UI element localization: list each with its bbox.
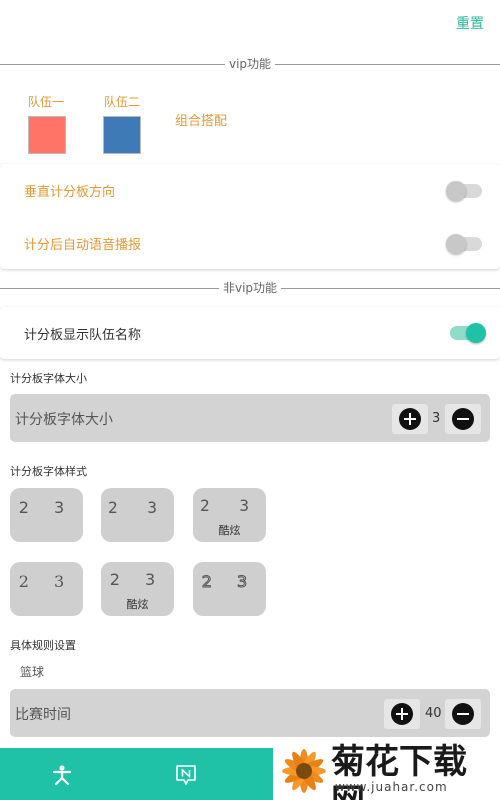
vertical-orientation-toggle[interactable] (446, 181, 482, 201)
sport-type[interactable]: 篮球 (20, 663, 44, 680)
voice-broadcast-toggle[interactable] (446, 234, 482, 254)
reset-button[interactable]: 重置 (456, 13, 484, 33)
font-size-section-title: 计分板字体大小 (10, 372, 87, 385)
minus-icon (452, 703, 474, 725)
team1-label: 队伍一 (28, 95, 65, 109)
style-digits: 2 3 (18, 572, 75, 591)
watermark: 菊花下载网 www.juahar.com (273, 740, 500, 800)
font-style-option-1[interactable]: 2 3 (10, 488, 83, 542)
vertical-orientation-label: 垂直计分板方向 (24, 185, 116, 200)
style-caption: 酷炫 (126, 598, 149, 611)
nonvip-divider: 非vip功能 (0, 281, 500, 295)
font-style-section-title: 计分板字体样式 (10, 465, 87, 478)
style-digits: 2 3 (108, 498, 167, 517)
show-names-row[interactable]: 计分板显示队伍名称 (0, 307, 500, 359)
font-size-control: 计分板字体大小 3 (10, 394, 490, 442)
plus-icon (391, 703, 413, 725)
vip-divider-label: vip功能 (224, 57, 276, 71)
font-style-option-5[interactable]: 2 3 酷炫 (101, 562, 174, 616)
toggle-knob (466, 323, 486, 343)
font-size-decrease-button[interactable] (445, 404, 481, 434)
toggle-knob (446, 181, 466, 201)
game-time-control: 比赛时间 40 (10, 689, 490, 737)
voice-broadcast-label: 计分后自动语音播报 (24, 238, 142, 253)
vip-divider: vip功能 (0, 57, 500, 71)
team2-label: 队伍二 (104, 95, 141, 109)
person-icon[interactable] (51, 764, 73, 786)
voice-broadcast-row[interactable]: 计分后自动语音播报 (0, 217, 500, 269)
font-size-increase-button[interactable] (392, 404, 428, 434)
minus-icon (452, 408, 474, 430)
style-digits: 2 3 (109, 570, 166, 589)
game-time-label: 比赛时间 (15, 707, 71, 723)
style-digits: 2 3 (18, 498, 75, 517)
combo-button[interactable]: 组合搭配 (175, 110, 227, 129)
bottom-nav (0, 748, 273, 800)
font-style-option-2[interactable]: 2 3 (101, 488, 174, 542)
notice-icon[interactable] (175, 764, 197, 786)
font-size-control-label: 计分板字体大小 (15, 412, 113, 428)
style-digits: 2 3 (200, 496, 259, 515)
game-time-increase-button[interactable] (384, 699, 420, 729)
watermark-url: www.juahar.com (335, 780, 448, 794)
show-names-card: 计分板显示队伍名称 (0, 307, 500, 359)
team2-color-swatch[interactable] (103, 116, 141, 154)
show-names-label: 计分板显示队伍名称 (24, 328, 142, 343)
font-size-value: 3 (432, 411, 441, 426)
vertical-orientation-row[interactable]: 垂直计分板方向 (0, 164, 500, 216)
style-digits: 2 3 (201, 572, 258, 592)
game-time-decrease-button[interactable] (445, 699, 481, 729)
vip-options-card: 垂直计分板方向 计分后自动语音播报 (0, 164, 500, 269)
plus-icon (399, 408, 421, 430)
toggle-knob (446, 234, 466, 254)
font-style-option-4[interactable]: 2 3 (10, 562, 83, 616)
flower-logo-icon (282, 749, 326, 793)
show-names-toggle[interactable] (450, 323, 486, 343)
font-style-option-6[interactable]: 2 3 (193, 562, 266, 616)
nonvip-divider-label: 非vip功能 (218, 281, 282, 295)
team1-color-swatch[interactable] (28, 116, 66, 154)
font-style-option-3[interactable]: 2 3 酷炫 (193, 488, 266, 542)
rules-section-title: 具体规则设置 (10, 639, 76, 652)
game-time-value: 40 (425, 706, 442, 721)
settings-page: 重置 vip功能 队伍一 队伍二 组合搭配 垂直计分板方向 计分后自动语音播报 … (0, 0, 500, 800)
style-caption: 酷炫 (218, 524, 241, 537)
